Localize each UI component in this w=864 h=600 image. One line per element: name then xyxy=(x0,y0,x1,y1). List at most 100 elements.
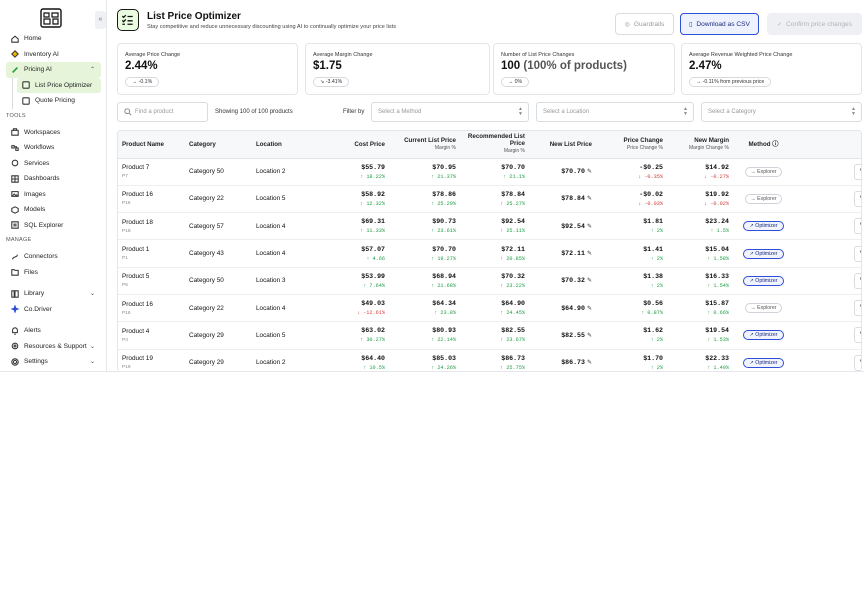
download-csv-button[interactable]: ▯ Download as CSV xyxy=(680,13,759,35)
edit-pencil-icon[interactable]: ✎ xyxy=(587,305,592,312)
collapse-sidebar-button[interactable]: « xyxy=(95,11,106,29)
cell-new-list-price[interactable]: $70.70 ✎ xyxy=(529,158,596,186)
cell-new-list-price[interactable]: $72.11 ✎ xyxy=(529,239,596,268)
chevron-down-icon: ⌄ xyxy=(89,359,95,365)
stat-value: $1.75 xyxy=(313,60,342,72)
col-method[interactable]: Method ⓘ xyxy=(733,131,794,159)
cell-current-list-price: $85.03 ↑ 24.26% xyxy=(389,349,460,371)
cell-recommended-list-price: $64.90 ↑ 24.45% xyxy=(460,294,529,323)
guardrails-button[interactable]: ◎ Guardrails xyxy=(615,13,674,35)
edit-pencil-icon[interactable]: ✎ xyxy=(587,250,592,257)
table-row[interactable]: Product 4 P4 Category 29 Location 5 $63.02 ↑ … xyxy=(118,321,861,350)
view-button[interactable]: View xyxy=(854,300,861,317)
col-new-margin[interactable]: New Margin Margin Change % xyxy=(667,131,733,159)
download-label: Download as CSV xyxy=(696,20,750,28)
category-placeholder: Select a Category xyxy=(708,109,756,115)
stat-trend-badge: → -0.1% xyxy=(125,77,160,87)
cell-price-change: $1.70 ↑ 2% xyxy=(596,349,667,371)
col-new-list-price[interactable]: New List Price xyxy=(529,131,596,159)
view-button[interactable]: View xyxy=(854,354,861,371)
sidebar-item-workflows[interactable]: Workflows xyxy=(6,140,101,156)
col-actions xyxy=(794,131,861,159)
confirm-price-changes-button[interactable]: ✓ Confirm price changes xyxy=(767,13,862,35)
sidebar-item-models[interactable]: Models xyxy=(6,202,101,218)
stat-trend-badge: → -0.11% from previous price xyxy=(689,77,772,87)
cell-product: Product 4 P4 xyxy=(118,321,185,350)
table-row[interactable]: Product 18 P18 Category 57 Location 4 $69.31… xyxy=(118,212,861,241)
sidebar-item-pricing-ai[interactable]: Pricing AI ⌃ xyxy=(6,62,101,78)
table-row[interactable]: Product 19 P19 Category 29 Location 2 $64.40… xyxy=(118,349,861,371)
cell-new-list-price[interactable]: $86.73 ✎ xyxy=(529,349,596,371)
edit-pencil-icon[interactable]: ✎ xyxy=(587,168,592,175)
view-button[interactable]: View xyxy=(854,245,861,262)
cell-new-list-price[interactable]: $78.84 ✎ xyxy=(529,185,596,214)
cell-recommended-list-price: $78.84 ↑ 25.27% xyxy=(460,185,529,214)
edit-pencil-icon[interactable]: ✎ xyxy=(587,359,592,366)
stat-label: Average Margin Change xyxy=(313,52,373,58)
cell-cost-price: $57.07 ↑ 4.66 xyxy=(326,239,389,268)
view-button[interactable]: View xyxy=(854,327,861,344)
cell-price-change: $1.62 ↑ 2% xyxy=(596,321,667,350)
edit-pencil-icon[interactable]: ✎ xyxy=(587,195,592,202)
edit-pencil-icon[interactable]: ✎ xyxy=(587,277,592,284)
view-button[interactable]: View xyxy=(854,163,861,180)
cell-product: Product 16 P16 xyxy=(118,185,185,214)
cell-cost-price: $64.40 ↑ 10.5% xyxy=(326,349,389,371)
sidebar-item-inventory-ai[interactable]: Inventory AI xyxy=(6,47,101,63)
sidebar-item-resources[interactable]: Resources & Support ⌄ xyxy=(6,339,101,355)
category-select[interactable]: Select a Category ▲ ▼ xyxy=(701,102,862,122)
sidebar-item-files[interactable]: Files xyxy=(6,265,101,281)
cell-method: ↗ Optimizer xyxy=(733,321,794,350)
view-button[interactable]: View xyxy=(854,218,861,235)
table-row[interactable]: Product 7 P7 Category 50 Location 2 $55.79 ↑ … xyxy=(118,158,861,186)
sidebar-item-sql-explorer[interactable]: SQL Explorer xyxy=(6,218,101,234)
cell-new-list-price[interactable]: $70.32 ✎ xyxy=(529,267,596,295)
col-product-name[interactable]: Product Name xyxy=(118,131,185,159)
table-row[interactable]: Product 16 P16 Category 22 Location 4 $49.03… xyxy=(118,294,861,323)
product-search-input[interactable]: Find a product xyxy=(117,102,208,122)
sidebar-item-list-price-optimizer[interactable]: List Price Optimizer xyxy=(17,77,101,93)
location-select[interactable]: Select a Location ▲ ▼ xyxy=(536,102,694,122)
cell-cost-price: $69.31 ↑ 11.33% xyxy=(326,212,389,241)
col-current-list-price[interactable]: Current List Price Margin % xyxy=(389,131,460,159)
col-location[interactable]: Location xyxy=(252,131,326,159)
method-arrow-icon: ↗ xyxy=(749,250,754,257)
method-badge: → Explorer xyxy=(744,193,783,204)
sidebar-item-home[interactable]: Home xyxy=(6,31,101,47)
edit-pencil-icon[interactable]: ✎ xyxy=(587,332,592,339)
cell-cost-price: $55.79 ↑ 18.22% xyxy=(326,158,389,186)
col-price-change[interactable]: Price Change Price Change % xyxy=(596,131,667,159)
cell-new-list-price[interactable]: $82.55 ✎ xyxy=(529,321,596,350)
sidebar-item-library[interactable]: Library ⌄ xyxy=(6,286,101,302)
cell-cost-price: $58.92 ↑ 12.32% xyxy=(326,185,389,214)
table-row[interactable]: Product 1 P1 Category 43 Location 4 $57.07 ↑ … xyxy=(118,239,861,268)
cell-new-list-price[interactable]: $64.90 ✎ xyxy=(529,294,596,323)
file-icon: ▯ xyxy=(689,21,693,28)
method-arrow-icon: → xyxy=(750,195,756,202)
method-badge: ↗ Optimizer xyxy=(743,221,784,232)
col-category[interactable]: Category xyxy=(185,131,252,159)
sidebar-item-images[interactable]: Images xyxy=(6,187,101,203)
cell-new-list-price[interactable]: $92.54 ✎ xyxy=(529,212,596,241)
sidebar-item-settings[interactable]: Settings ⌄ xyxy=(6,354,101,370)
sidebar-item-connectors[interactable]: Connectors xyxy=(6,249,101,265)
view-button[interactable]: View xyxy=(854,272,861,289)
location-placeholder: Select a Location xyxy=(543,109,590,115)
sidebar-item-quote-pricing[interactable]: Quote Pricing xyxy=(17,93,101,109)
view-button[interactable]: View xyxy=(854,190,861,207)
cell-product: Product 18 P18 xyxy=(118,212,185,241)
edit-pencil-icon[interactable]: ✎ xyxy=(587,223,592,230)
sidebar-item-workspaces[interactable]: Workspaces xyxy=(6,125,101,141)
sidebar-item-services[interactable]: Services xyxy=(6,156,101,172)
app-logo[interactable] xyxy=(40,8,62,28)
sidebar-item-dashboards[interactable]: Dashboards xyxy=(6,171,101,187)
sidebar-item-label: Images xyxy=(24,190,46,198)
col-recommended-list-price[interactable]: Recommended List Price Margin % xyxy=(460,131,529,159)
sidebar-item-label: Settings xyxy=(24,358,48,366)
method-select[interactable]: Select a Method ▲ ▼ xyxy=(371,102,529,122)
sidebar-item-codriver[interactable]: Co.Driver xyxy=(6,302,101,318)
sidebar-item-alerts[interactable]: Alerts xyxy=(6,323,101,339)
table-row[interactable]: Product 5 P5 Category 50 Location 3 $53.99 ↑ … xyxy=(118,267,861,295)
table-row[interactable]: Product 16 P16 Category 22 Location 5 $58.92… xyxy=(118,185,861,214)
col-cost-price[interactable]: Cost Price xyxy=(326,131,389,159)
